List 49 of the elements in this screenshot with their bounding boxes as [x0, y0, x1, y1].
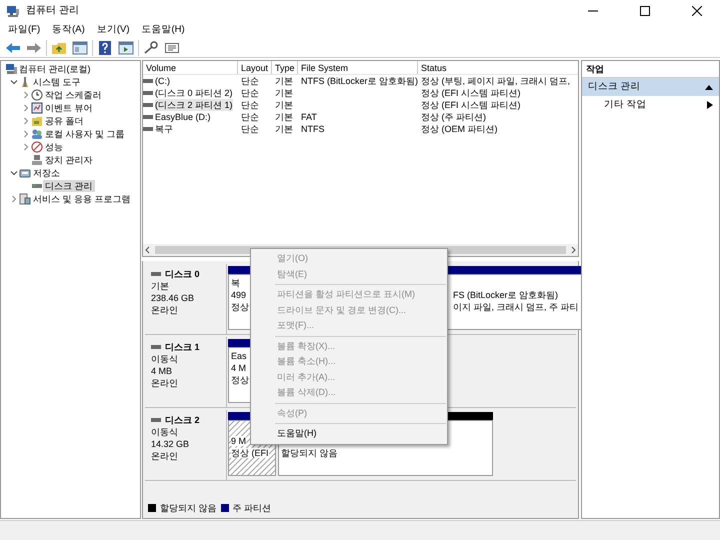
disk-info: 온라인 [151, 377, 179, 389]
partition-info: 정상 [231, 375, 249, 385]
partition-info: 이지 파일, 크래시 덤프, 주 파티 [453, 302, 579, 312]
table-cell: (디스크 0 파티션 2) [155, 87, 233, 99]
partition-info: 9 M [231, 436, 246, 446]
partition-info: 4 M [231, 363, 246, 373]
partition-info: 499 [231, 290, 246, 300]
disk-info: 기본 [151, 280, 170, 292]
table-cell-text: NTFS [300, 123, 326, 135]
disk-info: 238.46 GB [151, 292, 196, 304]
partition-info: 할당되지 않음 [281, 448, 338, 458]
table-cell-text: 정상 (주 파티션) [420, 111, 487, 123]
table-cell: 복구 [155, 123, 173, 135]
partition-info: Eas [231, 351, 247, 361]
table-cell: (디스크 2 파티션 1) [155, 99, 233, 111]
table-cell-text: 단순 [240, 123, 260, 135]
disk-name: 디스크 1 [165, 341, 200, 353]
table-cell-text: 기본 [274, 111, 294, 123]
disk-info: 이동식 [151, 353, 179, 365]
table-cell-text: 정상 (부팅, 페이지 파일, 크래시 덤프, [420, 75, 572, 87]
table-cell-text: 단순 [240, 87, 260, 99]
table-cell-text: 정상 (EFI 시스템 파티션) [420, 87, 522, 99]
table-cell-text: 단순 [240, 75, 260, 87]
table-cell-text: 기본 [274, 75, 294, 87]
partition-info: FS (BitLocker로 암호화됨) [453, 290, 558, 300]
disk-info: 4 MB [151, 365, 174, 377]
table-cell-text: 단순 [240, 99, 260, 111]
table-cell-text: 기본 [274, 99, 294, 111]
disk-info: 이동식 [151, 426, 179, 438]
table-cell-text: FAT [300, 111, 318, 123]
partition-info: 정상 [231, 302, 249, 312]
table-cell-text: 단순 [240, 111, 260, 123]
window-title: 컴퓨터 관리 [26, 5, 80, 17]
disk-name: 디스크 2 [165, 414, 200, 426]
disk-info: 온라인 [151, 304, 179, 316]
legend-label: 할당되지 않음 [160, 502, 217, 514]
partition-info: 정상 (EFI [231, 448, 268, 458]
table-cell-text: 기본 [274, 123, 294, 135]
disk-info: 온라인 [151, 450, 179, 462]
table-cell-text: 정상 (OEM 파티션) [420, 123, 498, 135]
table-cell-text: 정상 (EFI 시스템 파티션) [420, 99, 522, 111]
table-cell: (C:) [155, 75, 170, 87]
table-cell-text: NTFS (BitLocker로 암호화됨) [300, 75, 418, 87]
table-cell-text: 기본 [274, 87, 294, 99]
table-cell: EasyBlue (D:) [155, 111, 211, 123]
disk-info: 14.32 GB [151, 438, 190, 450]
partition-info: 복 [231, 278, 240, 288]
legend-label: 주 파티션 [232, 502, 272, 514]
disk-name: 디스크 0 [165, 268, 200, 280]
